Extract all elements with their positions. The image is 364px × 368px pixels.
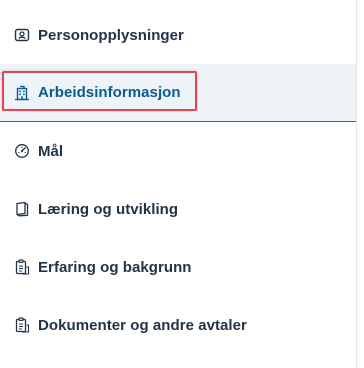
side-navigation: Personopplysninger Arbeidsinformasjon Må… — [0, 0, 357, 368]
nav-item-label: Dokumenter og andre avtaler — [38, 316, 247, 334]
nav-item-label: Erfaring og bakgrunn — [38, 258, 192, 276]
nav-item-label: Mål — [38, 142, 64, 160]
nav-item-personopplysninger[interactable]: Personopplysninger — [0, 0, 356, 64]
nav-item-label: Læring og utvikling — [38, 200, 179, 218]
nav-item-label: Arbeidsinformasjon — [38, 84, 181, 101]
building-icon — [14, 85, 30, 101]
nav-item-erfaring-og-bakgrunn[interactable]: Erfaring og bakgrunn — [0, 238, 356, 296]
nav-item-laering-og-utvikling[interactable]: Læring og utvikling — [0, 180, 356, 238]
clipboard-icon — [14, 317, 30, 333]
person-card-icon — [14, 27, 30, 43]
target-gauge-icon — [14, 143, 30, 159]
book-icon — [14, 201, 30, 217]
nav-item-label: Personopplysninger — [38, 27, 184, 44]
nav-item-dokumenter-og-andre-avtaler[interactable]: Dokumenter og andre avtaler — [0, 296, 356, 354]
clipboard-icon — [14, 259, 30, 275]
nav-item-arbeidsinformasjon[interactable]: Arbeidsinformasjon — [0, 64, 356, 122]
nav-item-mal[interactable]: Mål — [0, 122, 356, 180]
